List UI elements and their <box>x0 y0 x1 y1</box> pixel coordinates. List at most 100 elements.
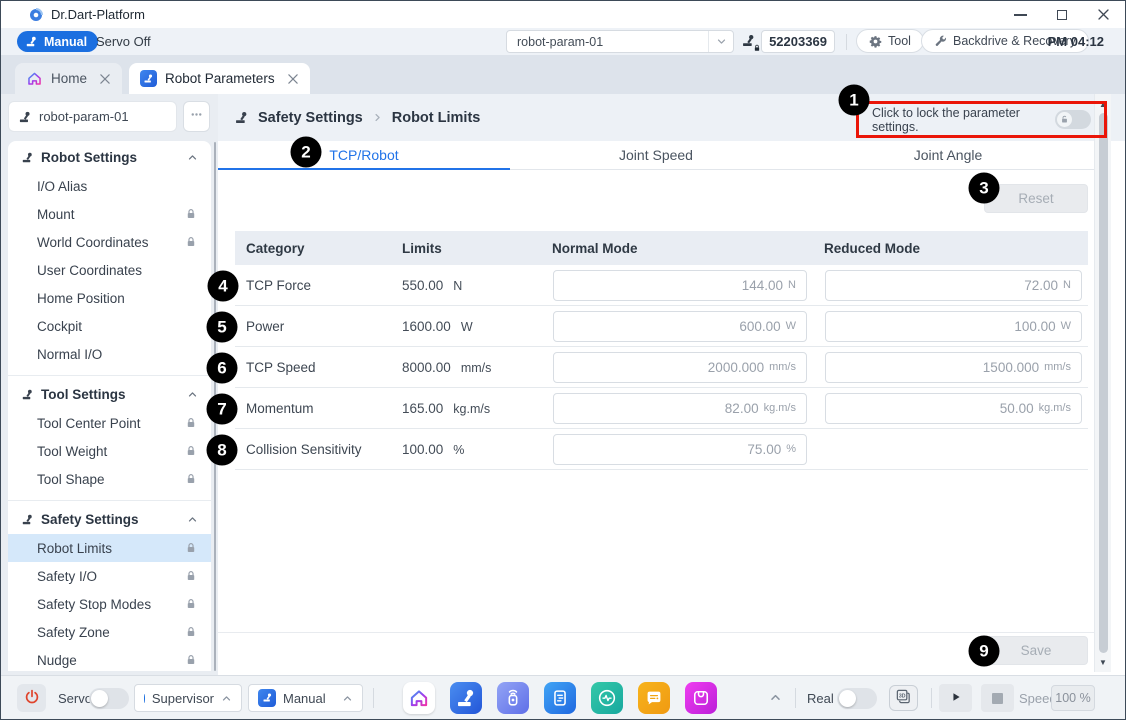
tool-button[interactable]: Tool <box>856 29 924 53</box>
dock-expand-chevron-icon[interactable] <box>769 691 782 707</box>
real-toggle[interactable] <box>837 688 877 709</box>
param-file-select[interactable]: robot-param-01 <box>506 30 734 53</box>
sidebar-item-label: Nudge <box>37 653 185 668</box>
column-header: Normal Mode <box>541 241 813 256</box>
sidebar-item-robot-limits[interactable]: Robot Limits <box>8 534 211 562</box>
sidebar-section-header[interactable]: Safety Settings <box>8 504 211 534</box>
reduced-mode-input[interactable]: 72.00N <box>825 270 1082 301</box>
lock-settings-toggle[interactable] <box>1055 110 1091 129</box>
toggle-knob <box>91 690 108 707</box>
viewer-3d-button[interactable]: 3D <box>889 685 918 711</box>
normal-mode-input[interactable]: 82.00kg.m/s <box>553 393 807 424</box>
normal-mode-input[interactable]: 600.00W <box>553 311 807 342</box>
sidebar-item-i-o-alias[interactable]: I/O Alias <box>8 172 211 200</box>
vertical-scrollbar[interactable]: ▲ ▼ <box>1094 94 1111 672</box>
stop-button[interactable] <box>981 684 1014 712</box>
svg-text:3D: 3D <box>899 693 906 699</box>
more-button[interactable] <box>183 101 210 132</box>
reduced-mode-input[interactable]: 100.00W <box>825 311 1082 342</box>
robot-arm-icon <box>21 513 34 526</box>
robot-arm-icon <box>21 151 34 164</box>
sidebar-item-tool-center-point[interactable]: Tool Center Point <box>8 409 211 437</box>
reduced-mode-input[interactable]: 50.00kg.m/s <box>825 393 1082 424</box>
sidebar-item-label: Tool Weight <box>37 444 185 459</box>
sidebar-item-user-coordinates[interactable]: User Coordinates <box>8 256 211 284</box>
sidebar-section-header[interactable]: Tool Settings <box>8 379 211 409</box>
sidebar-item-tool-shape[interactable]: Tool Shape <box>8 465 211 493</box>
limits-tab-joint-speed[interactable]: Joint Speed <box>510 141 802 169</box>
limits-tab-tcp-robot[interactable]: TCP/Robot <box>218 141 510 169</box>
sidebar-item-world-coordinates[interactable]: World Coordinates <box>8 228 211 256</box>
app-task-writer-icon[interactable] <box>544 682 576 714</box>
breadcrumb-section[interactable]: Safety Settings <box>258 110 363 126</box>
app-teach-pendant-icon[interactable] <box>497 682 529 714</box>
sidebar-item-tool-weight[interactable]: Tool Weight <box>8 437 211 465</box>
mode-select[interactable]: Manual <box>248 684 363 712</box>
chevron-down-icon <box>708 31 733 52</box>
tab-close-icon[interactable] <box>287 73 299 85</box>
input-value: 82.00 <box>725 401 759 416</box>
tab-home[interactable]: Home <box>15 63 122 94</box>
limit-unit: % <box>453 443 464 457</box>
sidebar-item-label: Normal I/O <box>37 347 197 362</box>
sidebar-item-safety-zone[interactable]: Safety Zone <box>8 618 211 646</box>
sidebar-item-mount[interactable]: Mount <box>8 200 211 228</box>
save-button[interactable]: Save <box>984 636 1088 665</box>
sidebar-item-label: Mount <box>37 207 185 222</box>
toggle-knob <box>839 690 856 707</box>
manual-mode-button[interactable]: Manual <box>17 31 98 52</box>
sidebar: robot-param-01 Robot SettingsI/O Alias Mo… <box>1 94 218 675</box>
limit-cell: 550.00N <box>391 278 541 293</box>
role-select[interactable]: Supervisor <box>134 684 242 712</box>
close-icon[interactable] <box>1097 8 1110 21</box>
speed-value[interactable]: 100 % <box>1051 685 1095 711</box>
limit-unit: N <box>453 279 462 293</box>
tab-label: Home <box>51 71 87 86</box>
reduced-mode-input[interactable]: 1500.000mm/s <box>825 352 1082 383</box>
play-button[interactable] <box>939 684 972 712</box>
chevron-up-icon <box>221 693 232 704</box>
minimize-icon[interactable] <box>1014 14 1027 16</box>
input-value: 144.00 <box>742 278 783 293</box>
sidebar-item-safety-stop-modes[interactable]: Safety Stop Modes <box>8 590 211 618</box>
app-home-icon[interactable] <box>403 682 435 714</box>
stop-icon <box>992 693 1003 704</box>
scroll-down-icon[interactable]: ▼ <box>1095 654 1111 670</box>
sidebar-section-title: Tool Settings <box>41 387 180 402</box>
sidebar-param-name[interactable]: robot-param-01 <box>8 101 177 132</box>
input-unit: N <box>1063 279 1071 291</box>
limits-content: Reset CategoryLimitsNormal ModeReduced M… <box>218 170 1125 675</box>
app-store-icon[interactable] <box>685 682 717 714</box>
table-row: TCP Speed8000.00mm/s2000.000mm/s1500.000… <box>235 347 1088 388</box>
sidebar-item-normal-i-o[interactable]: Normal I/O <box>8 340 211 368</box>
sidebar-item-cockpit[interactable]: Cockpit <box>8 312 211 340</box>
sidebar-item-nudge[interactable]: Nudge <box>8 646 211 671</box>
servo-label: Servo <box>58 676 92 720</box>
tab-close-icon[interactable] <box>99 73 111 85</box>
normal-mode-input[interactable]: 144.00N <box>553 270 807 301</box>
window-title: Dr.Dart-Platform <box>51 7 145 22</box>
limits-tab-joint-angle[interactable]: Joint Angle <box>802 141 1094 169</box>
sidebar-section-header[interactable]: Robot Settings <box>8 142 211 172</box>
app-monitoring-icon[interactable] <box>591 682 623 714</box>
power-button[interactable] <box>17 684 46 712</box>
scrollbar-thumb[interactable] <box>1099 113 1108 653</box>
app-message-icon[interactable] <box>638 682 670 714</box>
maximize-icon[interactable] <box>1057 10 1067 20</box>
app-robot-parameters-icon[interactable] <box>450 682 482 714</box>
limit-cell: 8000.00mm/s <box>391 360 541 375</box>
tab-robot-parameters[interactable]: Robot Parameters <box>129 63 310 94</box>
sidebar-menu: Robot SettingsI/O Alias Mount World Coordi… <box>8 141 211 671</box>
normal-mode-input[interactable]: 75.00% <box>553 434 807 465</box>
app-dock <box>403 682 717 714</box>
sidebar-item-home-position[interactable]: Home Position <box>8 284 211 312</box>
robot-serial-number[interactable]: 52203369 <box>761 30 835 53</box>
sidebar-item-safety-i-o[interactable]: Safety I/O <box>8 562 211 590</box>
annotation-badge-1: 1 <box>839 85 870 116</box>
reset-button[interactable]: Reset <box>984 184 1088 213</box>
robot-arm-icon <box>234 110 249 125</box>
servo-toggle[interactable] <box>89 688 129 709</box>
normal-mode-input[interactable]: 2000.000mm/s <box>553 352 807 383</box>
real-label: Real <box>807 676 834 720</box>
divider <box>795 688 796 708</box>
